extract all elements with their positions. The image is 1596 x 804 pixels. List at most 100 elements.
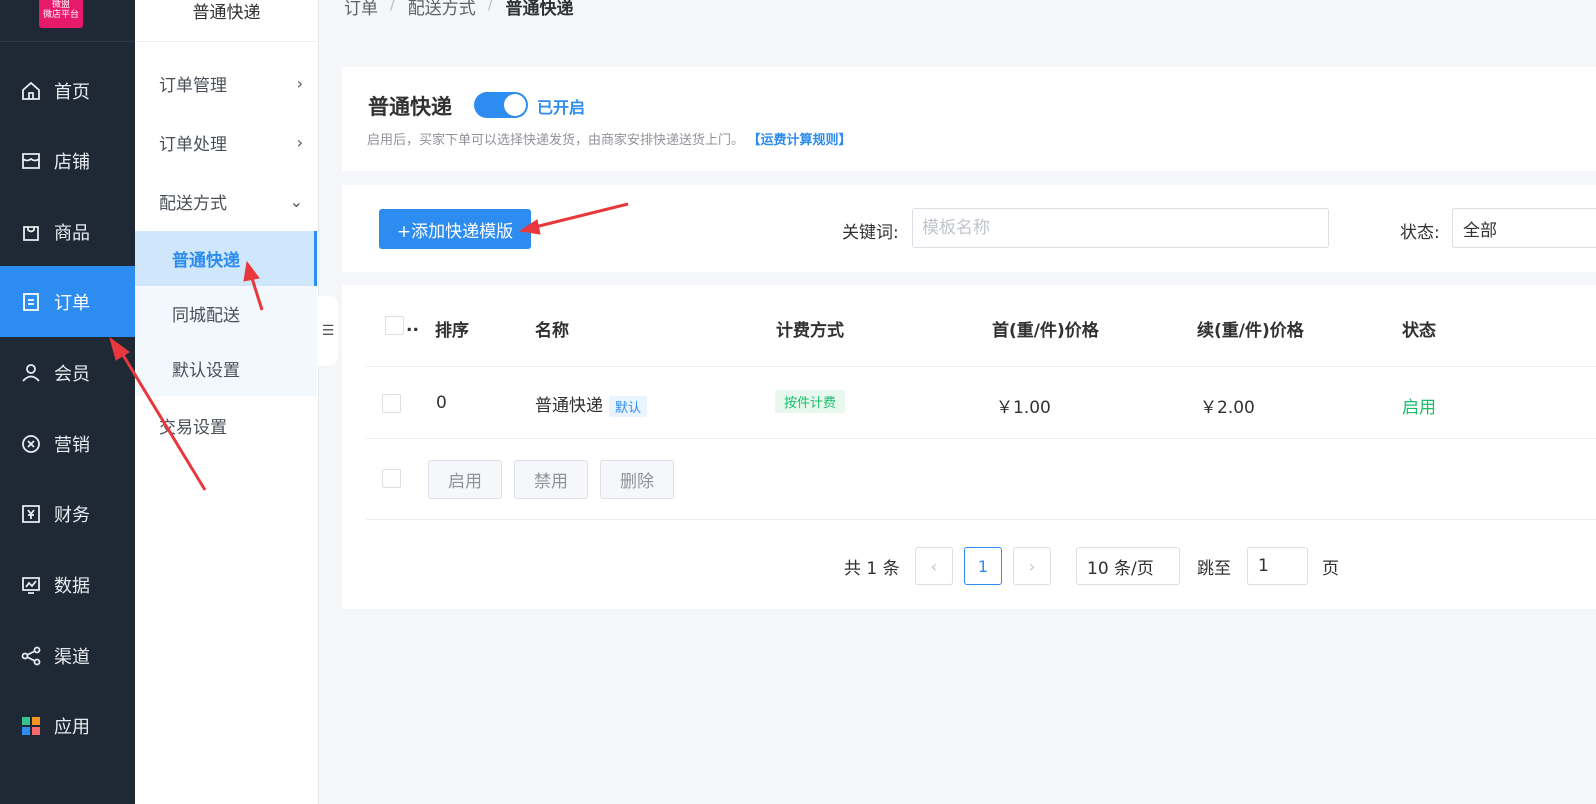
subnav-local-delivery[interactable]: 同城配送 — [135, 286, 317, 341]
subnav-delivery[interactable]: 配送方式 ⌄ — [135, 172, 319, 230]
order-icon — [20, 291, 42, 313]
shop-icon — [20, 150, 42, 172]
nav-label: 渠道 — [54, 646, 90, 668]
toggle-knob — [504, 94, 526, 116]
nav-item-shop[interactable]: 店铺 — [0, 125, 135, 196]
express-toggle[interactable] — [474, 92, 528, 118]
nav-label: 财务 — [54, 504, 90, 526]
divider — [366, 438, 1596, 439]
nav-label: 应用 — [54, 716, 90, 738]
subnav-order-manage[interactable]: 订单管理 › — [135, 54, 319, 112]
select-all-checkbox[interactable] — [385, 316, 404, 335]
cell-next-price: ￥2.00 — [1200, 398, 1255, 418]
status-select[interactable]: 全部 — [1452, 208, 1596, 248]
menu-fold-icon[interactable]: ☰ — [318, 296, 338, 366]
subnav-trade-settings[interactable]: 交易设置 — [135, 396, 319, 454]
template-table-card: .. 排序 名称 计费方式 首(重/件)价格 续(重/件)价格 状态 0 普通快… — [342, 285, 1596, 609]
chevron-down-icon: ⌄ — [289, 191, 303, 211]
main-sidebar: 微盟 微店平台 首页 店铺 商品 订单 会员 营销 财务 数据 渠道 应用 — [0, 0, 135, 804]
cell-status: 启用 — [1402, 398, 1436, 418]
subnav-default-settings[interactable]: 默认设置 — [135, 341, 317, 396]
keyword-label: 关键词: — [842, 223, 899, 243]
breadcrumb-orders[interactable]: 订单 — [344, 0, 378, 19]
express-hint: 启用后，买家下单可以选择快递发货，由商家安排快递送货上门。 【运费计算规则】 — [367, 129, 852, 148]
logo-area: 微盟 微店平台 — [0, 0, 135, 42]
subnav-order-process[interactable]: 订单处理 › — [135, 113, 319, 171]
bag-icon — [20, 221, 42, 243]
page-size-select[interactable]: 10 条/页 — [1076, 547, 1180, 585]
logo-line1: 微盟 — [51, 0, 70, 10]
user-icon — [20, 362, 42, 384]
cell-name: 普通快递 默认 — [535, 391, 648, 417]
batch-disable-button[interactable]: 禁用 — [514, 460, 588, 499]
pagination-total: 共 1 条 — [844, 559, 900, 579]
column-header-first-price: 首(重/件)价格 — [992, 321, 1099, 341]
batch-delete-button[interactable]: 删除 — [600, 460, 674, 499]
nav-item-apps[interactable]: 应用 — [0, 690, 135, 761]
toggle-status-text: 已开启 — [537, 98, 586, 117]
share-icon — [20, 645, 42, 667]
batch-checkbox[interactable] — [382, 469, 401, 488]
nav-label: 营销 — [54, 434, 90, 456]
jump-label: 跳至 — [1197, 559, 1231, 579]
subnav-label: 订单处理 — [159, 134, 227, 155]
apps-icon — [20, 715, 42, 737]
logo-line2: 微店平台 — [42, 10, 79, 20]
column-header-next-price: 续(重/件)价格 — [1197, 321, 1304, 341]
subnav-label: 配送方式 — [159, 193, 227, 214]
nav-item-orders[interactable]: 订单 — [0, 266, 135, 337]
jump-page-input[interactable] — [1247, 547, 1308, 585]
nav-item-finance[interactable]: 财务 — [0, 478, 135, 549]
column-header-name: 名称 — [535, 321, 569, 341]
nav-item-home[interactable]: 首页 — [0, 55, 135, 126]
nav-label: 店铺 — [54, 151, 90, 173]
page-number[interactable]: 1 — [964, 547, 1002, 585]
subnav-label: 交易设置 — [159, 417, 227, 438]
chevron-right-icon: › — [296, 132, 303, 152]
nav-label: 数据 — [54, 575, 90, 597]
column-header-billing: 计费方式 — [776, 321, 844, 341]
breadcrumb: 订单 / 配送方式 / 普通快递 — [344, 0, 573, 19]
cell-order: 0 — [436, 393, 447, 413]
batch-enable-button[interactable]: 启用 — [428, 460, 502, 499]
subnav-label: 订单管理 — [159, 75, 227, 96]
column-header-status: 状态 — [1402, 321, 1436, 341]
nav-label: 首页 — [54, 81, 90, 103]
column-header-more: .. — [406, 316, 419, 336]
nav-label: 商品 — [54, 222, 90, 244]
home-icon — [20, 80, 42, 102]
breadcrumb-delivery[interactable]: 配送方式 — [408, 0, 476, 19]
divider — [366, 519, 1596, 520]
chevron-right-icon: › — [296, 73, 303, 93]
nav-item-members[interactable]: 会员 — [0, 337, 135, 408]
breadcrumb-separator: / — [390, 0, 396, 14]
default-tag: 默认 — [609, 395, 648, 417]
row-checkbox[interactable] — [382, 394, 401, 413]
chart-icon — [20, 574, 42, 596]
nav-item-goods[interactable]: 商品 — [0, 196, 135, 267]
express-title: 普通快递 — [368, 95, 452, 119]
finance-icon — [20, 503, 42, 525]
next-page-button[interactable]: › — [1013, 547, 1051, 585]
breadcrumb-separator: / — [487, 0, 494, 14]
page-suffix: 页 — [1322, 559, 1339, 579]
billing-tag: 按件计费 — [775, 390, 846, 413]
column-header-order: 排序 — [435, 321, 469, 341]
nav-item-channels[interactable]: 渠道 — [0, 620, 135, 691]
keyword-input[interactable] — [912, 208, 1329, 248]
add-template-button[interactable]: +添加快递模版 — [379, 209, 531, 249]
subnav-express[interactable]: 普通快递 — [135, 231, 317, 286]
template-name: 普通快递 — [535, 396, 603, 416]
nav-item-data[interactable]: 数据 — [0, 549, 135, 620]
marketing-icon — [20, 433, 42, 455]
filter-card: +添加快递模版 关键词: 状态: 全部 — [342, 185, 1596, 272]
nav-item-marketing[interactable]: 营销 — [0, 408, 135, 479]
sub-sidebar: 普通快递 订单管理 › 订单处理 › 配送方式 ⌄ 普通快递 同城配送 默认设置… — [135, 0, 319, 804]
express-settings-card: 普通快递 已开启 启用后，买家下单可以选择快递发货，由商家安排快递送货上门。 【运… — [342, 67, 1596, 171]
hint-text: 启用后，买家下单可以选择快递发货，由商家安排快递送货上门。 — [367, 133, 745, 148]
cell-first-price: ￥1.00 — [996, 398, 1051, 418]
breadcrumb-current: 普通快递 — [505, 0, 574, 19]
brand-logo[interactable]: 微盟 微店平台 — [39, 0, 83, 28]
freight-rule-link[interactable]: 【运费计算规则】 — [754, 133, 852, 148]
prev-page-button[interactable]: ‹ — [915, 547, 953, 585]
